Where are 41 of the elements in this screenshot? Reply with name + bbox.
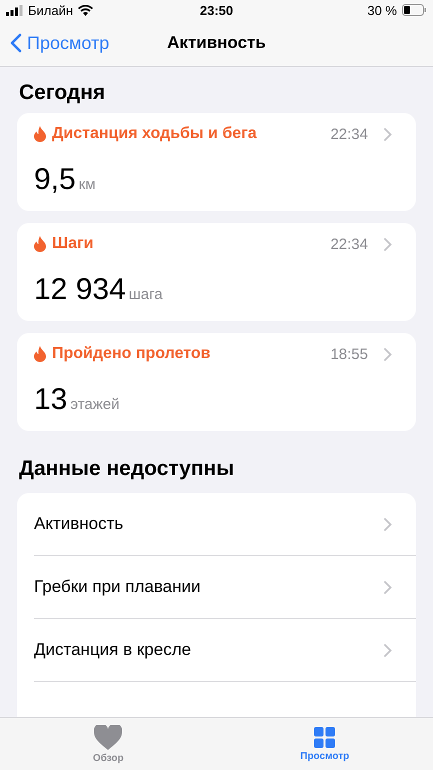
chevron-icon (384, 518, 392, 530)
list-row[interactable]: Гребки при плавании (34, 556, 416, 619)
metric-time: 22:34 (330, 126, 368, 142)
metric-title: Дистанция ходьбы и бега (52, 125, 258, 143)
chevron-icon (384, 348, 392, 360)
grid-icon (314, 726, 336, 748)
metric-card[interactable]: Дистанция ходьбы и бега 22:34 9,5 км (17, 113, 416, 211)
metric-unit: этажей (70, 396, 120, 413)
screen-title: Активность (167, 33, 266, 52)
metric-card[interactable]: Пройдено пролетов 18:55 13 этажей (17, 333, 416, 431)
chevron-icon (384, 238, 392, 250)
heart-icon (94, 724, 122, 750)
chevron-icon (384, 128, 392, 140)
metric-value: 13 (34, 383, 68, 417)
back-chevron-icon (10, 33, 22, 53)
back-button[interactable]: Просмотр (10, 32, 110, 54)
wifi-icon (78, 4, 94, 16)
metric-unit: шага (128, 286, 163, 303)
metric-title: Шаги (52, 235, 94, 253)
flame-icon (34, 346, 46, 362)
metric-card[interactable]: Шаги 22:34 12 934 шага (17, 223, 416, 321)
tab-item[interactable]: Просмотр (216, 718, 433, 770)
list-row[interactable]: Активность (34, 493, 416, 556)
metric-title: Пройдено пролетов (52, 345, 212, 363)
chevron-icon (384, 580, 392, 594)
metric-time: 22:34 (330, 236, 368, 252)
section-heading: Сегодня (19, 81, 106, 104)
metric-unit: км (78, 176, 96, 193)
signal-icon (6, 4, 23, 16)
metric-value: 9,5 (34, 163, 76, 197)
flame-icon (34, 236, 46, 252)
metric-value: 12 934 (34, 273, 126, 307)
clock-time: 23:50 (200, 2, 234, 18)
list-row[interactable]: Дистанция в кресле (34, 619, 416, 682)
carrier-name: Билайн (28, 2, 74, 18)
metric-time: 18:55 (330, 346, 368, 362)
section-heading: Данные недоступны (19, 457, 234, 480)
battery-icon (402, 4, 427, 16)
chevron-icon (384, 644, 392, 656)
battery-percent: 30 % (367, 2, 397, 18)
flame-icon (34, 126, 46, 142)
